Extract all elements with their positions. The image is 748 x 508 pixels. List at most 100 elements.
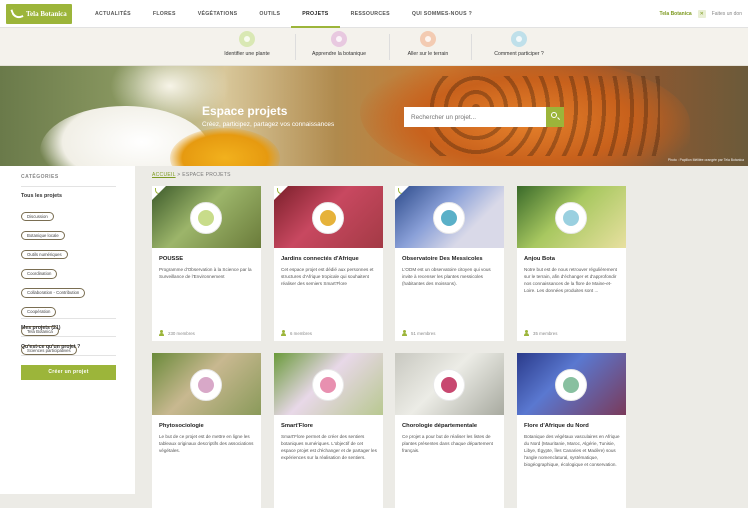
create-project-button[interactable]: Créer un projet — [21, 365, 116, 380]
tag-discussion[interactable]: Discussion — [21, 211, 54, 222]
project-card[interactable]: Jardins connectés d'Afrique Cet espace pr… — [274, 186, 383, 341]
donate-link[interactable]: Faites un don — [712, 11, 742, 17]
hero-subtitle: Créez, participez, partagez vos connaiss… — [202, 121, 335, 128]
project-cover-image[interactable] — [395, 186, 504, 248]
tag-outils-numeriques[interactable]: Outils numériques — [21, 249, 68, 260]
project-title[interactable]: Phytosociologie — [159, 423, 204, 429]
nav-user-area: Tela Botanica ✕ Faites un don — [660, 10, 742, 18]
graduation-icon — [331, 31, 347, 47]
quick-link-identifier[interactable]: Identifier une plante — [197, 31, 297, 57]
quick-links-bar: Identifier une plante Apprendre la botan… — [0, 28, 748, 66]
project-cover-image[interactable] — [517, 353, 626, 415]
project-description: Botanique des végétaux vasculaires en Af… — [524, 434, 620, 467]
menu-item-vegetations[interactable]: Végétations — [187, 0, 249, 28]
project-logo — [190, 202, 222, 234]
hero-banner: Espace projets Créez, participez, partag… — [0, 66, 748, 166]
top-nav: Tela Botanica Actualités Flores Végétati… — [0, 0, 748, 28]
menu-item-actualites[interactable]: Actualités — [84, 0, 142, 28]
tag-botanique-locale[interactable]: Botanique locale — [21, 230, 65, 241]
project-description: Cet espace projet est dédié aux personne… — [281, 267, 374, 286]
quick-link-label: Apprendre la botanique — [312, 51, 366, 57]
project-card[interactable]: Anjou Bota Notre but est de nous retrouve… — [517, 186, 626, 341]
breadcrumb-home[interactable]: Accueil — [152, 172, 176, 178]
tela-botanica-logo[interactable]: Tela Botanica — [6, 4, 72, 24]
project-description: L'ODM est un observatoire citoyen qui vo… — [402, 267, 491, 286]
tela-project-badge-icon — [152, 186, 166, 200]
project-card[interactable]: POUSSE Programme d'Observation à la Scien… — [152, 186, 261, 341]
members-icon — [524, 330, 530, 336]
search-button[interactable] — [546, 107, 564, 127]
project-logo-icon — [563, 377, 579, 393]
tag-collaboration[interactable]: Collaboration - Contribution — [21, 288, 86, 298]
project-card[interactable]: Chorologie départementale Ce projet a pou… — [395, 353, 504, 508]
project-cover-image[interactable] — [152, 353, 261, 415]
tela-project-badge-icon — [274, 186, 288, 200]
project-cover-image[interactable] — [274, 186, 383, 248]
members-icon — [159, 330, 165, 336]
menu-item-flores[interactable]: Flores — [142, 0, 187, 28]
user-menu-icon[interactable]: ✕ — [697, 10, 706, 18]
tag-coordination[interactable]: Coordination — [21, 268, 58, 279]
all-projects-link[interactable]: Tous les projets — [21, 193, 62, 199]
project-logo-icon — [320, 210, 336, 226]
members-icon — [281, 330, 287, 336]
project-description: Smart'Flore permet de créer des sentiers… — [281, 434, 377, 460]
project-cover-image[interactable] — [395, 353, 504, 415]
project-card[interactable]: Phytosociologie Le but de ce projet est d… — [152, 353, 261, 508]
quick-link-apprendre[interactable]: Apprendre la botanique — [289, 31, 389, 57]
project-card[interactable]: Flore d'Afrique du Nord Botanique des vég… — [517, 353, 626, 508]
project-search-input[interactable] — [404, 107, 546, 127]
quick-link-label: Aller sur le terrain — [407, 51, 449, 57]
my-projects-link[interactable]: Mes projets (21) — [21, 325, 61, 331]
breadcrumb-separator: > — [177, 172, 181, 178]
project-title[interactable]: POUSSE — [159, 256, 183, 262]
project-description: Ce projet a pour but de réaliser les lis… — [402, 434, 493, 453]
logo-text: Tela Botanica — [26, 10, 67, 18]
project-description: Notre but est de nous retrouver régulièr… — [524, 267, 617, 293]
project-title[interactable]: Smart'Flore — [281, 423, 313, 429]
project-card[interactable]: Smart'Flore Smart'Flore permet de créer d… — [274, 353, 383, 508]
project-logo — [190, 369, 222, 401]
sidebar: Catégories Tous les projets Discussion B… — [0, 166, 135, 494]
project-logo — [312, 369, 344, 401]
divider — [21, 318, 116, 319]
menu-item-qui-sommes-nous[interactable]: Qui sommes-nous ? — [401, 0, 483, 28]
project-title[interactable]: Anjou Bota — [524, 256, 555, 262]
quick-link-participer[interactable]: Comment participer ? — [469, 31, 569, 57]
project-description: Le but de ce projet est de mettre en lig… — [159, 434, 254, 453]
tela-project-badge-icon — [395, 186, 409, 200]
project-card[interactable]: Observatoire Des Messicoles L'ODM est un … — [395, 186, 504, 341]
project-title[interactable]: Chorologie départementale — [402, 423, 477, 429]
quick-link-label: Comment participer ? — [494, 51, 544, 57]
member-count: 51 membres — [402, 330, 435, 336]
menu-item-projets[interactable]: Projets — [291, 0, 340, 28]
project-logo — [433, 202, 465, 234]
what-is-project-link[interactable]: Qu'est-ce qu'un projet ? — [21, 344, 80, 350]
hand-icon — [511, 31, 527, 47]
user-name[interactable]: Tela Botanica — [660, 11, 692, 17]
project-logo — [312, 202, 344, 234]
main-menu: Actualités Flores Végétations Outils Pro… — [84, 0, 483, 28]
project-title[interactable]: Jardins connectés d'Afrique — [281, 256, 359, 262]
plant-icon — [239, 31, 255, 47]
photo-credit: Photo : Papillon Mélitée orangée par Tel… — [667, 158, 744, 162]
project-logo — [433, 369, 465, 401]
member-count: 230 membres — [159, 330, 195, 336]
tag-cooperation[interactable]: Coopération — [21, 307, 57, 317]
project-cover-image[interactable] — [274, 353, 383, 415]
project-logo — [555, 369, 587, 401]
leaf-icon — [10, 6, 24, 21]
member-count-text: 51 membres — [411, 330, 436, 336]
project-logo-icon — [563, 210, 579, 226]
quick-link-terrain[interactable]: Aller sur le terrain — [378, 31, 478, 57]
sidebar-heading: Catégories — [21, 174, 59, 180]
divider — [21, 355, 116, 356]
member-count-text: 6 membres — [290, 330, 312, 336]
menu-item-ressources[interactable]: Ressources — [340, 0, 401, 28]
menu-item-outils[interactable]: Outils — [248, 0, 291, 28]
project-cover-image[interactable] — [517, 186, 626, 248]
project-cover-image[interactable] — [152, 186, 261, 248]
project-title[interactable]: Observatoire Des Messicoles — [402, 256, 483, 262]
project-title[interactable]: Flore d'Afrique du Nord — [524, 423, 589, 429]
divider — [21, 336, 116, 337]
